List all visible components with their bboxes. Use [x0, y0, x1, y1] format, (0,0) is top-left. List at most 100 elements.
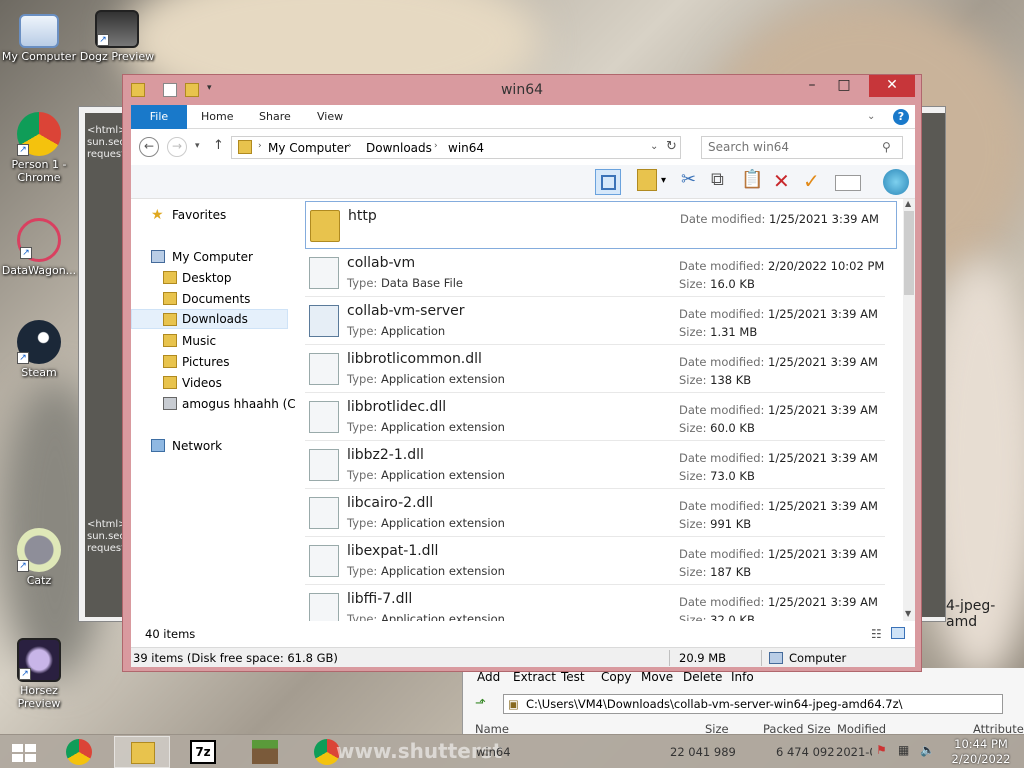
- nav-documents[interactable]: Documents: [131, 289, 296, 309]
- back-button[interactable]: ←: [139, 137, 159, 157]
- desktop-icon-my-computer[interactable]: My Computer: [0, 10, 78, 63]
- sevenzip-info-button[interactable]: Info: [731, 670, 754, 684]
- sevenzip-test-button[interactable]: Test: [561, 670, 585, 684]
- address-row: ← → ▾ ↑ › My Computer › Downloads › win6…: [131, 129, 915, 165]
- clock-date: 2/20/2022: [951, 752, 1011, 766]
- tab-home[interactable]: Home: [189, 105, 245, 129]
- vertical-scrollbar[interactable]: ▲ ▼: [903, 199, 915, 621]
- sevenzip-add-button[interactable]: Add: [477, 670, 500, 684]
- network-tray-icon[interactable]: ▦: [898, 743, 909, 757]
- breadcrumb-my-computer[interactable]: My Computer: [268, 141, 349, 155]
- scrollbar-thumb[interactable]: [904, 211, 914, 295]
- search-icon[interactable]: ⚲: [882, 140, 891, 154]
- chevron-down-icon[interactable]: ⌄: [867, 111, 875, 122]
- large-icons-view-icon[interactable]: [891, 627, 905, 639]
- status-location: Computer: [789, 651, 847, 665]
- desktop-icon-person-chrome[interactable]: ↗ Person 1 - Chrome: [0, 112, 78, 184]
- nav-pictures[interactable]: Pictures: [131, 352, 296, 372]
- explorer-window[interactable]: ▾ win64 – □ ✕ File Home Share View ⌄ ? ←…: [122, 74, 922, 672]
- sevenzip-path-field[interactable]: ▣ C:\Users\VM4\Downloads\collab-vm-serve…: [503, 694, 1003, 714]
- paste-icon[interactable]: 📋: [741, 169, 767, 195]
- file-row[interactable]: collab-vm Type: Data Base File Date modi…: [305, 249, 885, 297]
- item-count: 40 items: [145, 627, 196, 641]
- file-row[interactable]: libcairo-2.dll Type: Application extensi…: [305, 489, 885, 537]
- desktop-icon-label: DataWagon...: [1, 264, 77, 277]
- desktop-icon-dogz-preview[interactable]: ↗ Dogz Preview: [78, 10, 156, 63]
- nav-videos[interactable]: Videos: [131, 373, 296, 393]
- breadcrumb-downloads[interactable]: Downloads: [366, 141, 432, 155]
- drive-icon: [163, 397, 177, 410]
- nav-network[interactable]: Network: [131, 436, 296, 456]
- file-row[interactable]: libexpat-1.dll Type: Application extensi…: [305, 537, 885, 585]
- file-row[interactable]: libbrotlicommon.dll Type: Application ex…: [305, 345, 885, 393]
- folder-view-icon[interactable]: [637, 169, 657, 191]
- file-row[interactable]: libffi-7.dll Type: Application extension…: [305, 585, 885, 621]
- taskbar-chrome[interactable]: [52, 736, 108, 768]
- rename-icon[interactable]: [835, 175, 861, 191]
- desktop-icon-datawagon[interactable]: ↗ DataWagon...: [0, 218, 78, 277]
- delete-icon[interactable]: ✕: [773, 169, 799, 195]
- refresh-icon[interactable]: ↻: [666, 139, 677, 154]
- title-bar[interactable]: ▾ win64 – □ ✕: [123, 75, 921, 105]
- cut-icon[interactable]: ✂: [681, 169, 707, 195]
- nav-label: Downloads: [182, 312, 248, 326]
- search-box[interactable]: ⚲: [701, 136, 903, 159]
- taskbar-file-explorer[interactable]: [114, 736, 170, 768]
- sevenzip-move-button[interactable]: Move: [641, 670, 673, 684]
- start-button[interactable]: [0, 736, 48, 768]
- sevenzip-row-name[interactable]: win64: [476, 745, 511, 759]
- scroll-down-icon[interactable]: ▼: [905, 609, 911, 618]
- dll-file-icon: [309, 593, 339, 621]
- system-clock[interactable]: 10:44 PM 2/20/2022: [946, 737, 1016, 767]
- sevenzip-delete-button[interactable]: Delete: [683, 670, 722, 684]
- forward-button[interactable]: →: [167, 137, 187, 157]
- taskbar-minecraft[interactable]: [238, 736, 294, 768]
- taskbar-7zip[interactable]: 7z: [176, 736, 232, 768]
- recent-locations-icon[interactable]: ▾: [195, 141, 200, 151]
- sevenzip-copy-button[interactable]: Copy: [601, 670, 631, 684]
- desktop-icon-label: Person 1 - Chrome: [11, 158, 67, 184]
- sevenzip-extract-button[interactable]: Extract: [513, 670, 556, 684]
- preview-pane-button[interactable]: [595, 169, 621, 195]
- up-arrow-icon[interactable]: ⬏: [475, 696, 486, 711]
- desktop-icon-horsez-preview[interactable]: ↗ Horsez Preview: [0, 638, 78, 710]
- shortcut-arrow-icon: ↗: [97, 34, 109, 46]
- file-name: libbrotlicommon.dll: [347, 351, 482, 367]
- date-label: Date modified:: [679, 451, 765, 465]
- dll-file-icon: [309, 545, 339, 577]
- globe-icon[interactable]: [883, 169, 909, 195]
- up-button[interactable]: ↑: [213, 138, 224, 153]
- folder-icon: [163, 271, 177, 284]
- details-view-icon[interactable]: ☷: [871, 627, 882, 641]
- file-row[interactable]: libbz2-1.dll Type: Application extension…: [305, 441, 885, 489]
- nav-my-computer[interactable]: My Computer: [131, 247, 296, 267]
- nav-drive-c[interactable]: amogus hhaahh (C:): [131, 394, 296, 414]
- checkmark-icon[interactable]: ✓: [803, 169, 829, 195]
- nav-music[interactable]: Music: [131, 331, 296, 351]
- minimize-button[interactable]: –: [797, 75, 827, 97]
- maximize-button[interactable]: □: [829, 75, 859, 97]
- file-row-http[interactable]: http Date modified: 1/25/2021 3:39 AM: [305, 201, 897, 249]
- scroll-up-icon[interactable]: ▲: [905, 199, 911, 208]
- file-row[interactable]: collab-vm-server Type: Application Date …: [305, 297, 885, 345]
- desktop-icon-catz[interactable]: ↗ Catz: [0, 528, 78, 587]
- nav-downloads[interactable]: Downloads: [131, 309, 288, 329]
- chevron-down-icon[interactable]: ⌄: [650, 141, 658, 152]
- address-bar[interactable]: › My Computer › Downloads › win64 ⌄ ↻: [231, 136, 681, 159]
- help-button[interactable]: ?: [893, 109, 909, 125]
- volume-icon[interactable]: 🔈: [920, 743, 935, 757]
- tab-view[interactable]: View: [305, 105, 355, 129]
- nav-desktop[interactable]: Desktop: [131, 268, 296, 288]
- tab-share[interactable]: Share: [247, 105, 303, 129]
- file-row[interactable]: libbrotlidec.dll Type: Application exten…: [305, 393, 885, 441]
- background-text: <html>: [87, 125, 127, 136]
- search-input[interactable]: [708, 140, 878, 154]
- close-button[interactable]: ✕: [869, 75, 915, 97]
- desktop-icon-steam[interactable]: ↗ Steam: [0, 320, 78, 379]
- breadcrumb-win64[interactable]: win64: [448, 141, 484, 155]
- copy-icon[interactable]: ⧉: [711, 169, 737, 195]
- nav-favorites[interactable]: ★ Favorites: [131, 205, 296, 225]
- tab-file[interactable]: File: [131, 105, 187, 129]
- flag-icon[interactable]: ⚑: [876, 743, 887, 757]
- sevenzip-window[interactable]: Add Extract Test Copy Move Delete Info ⬏…: [462, 668, 1024, 736]
